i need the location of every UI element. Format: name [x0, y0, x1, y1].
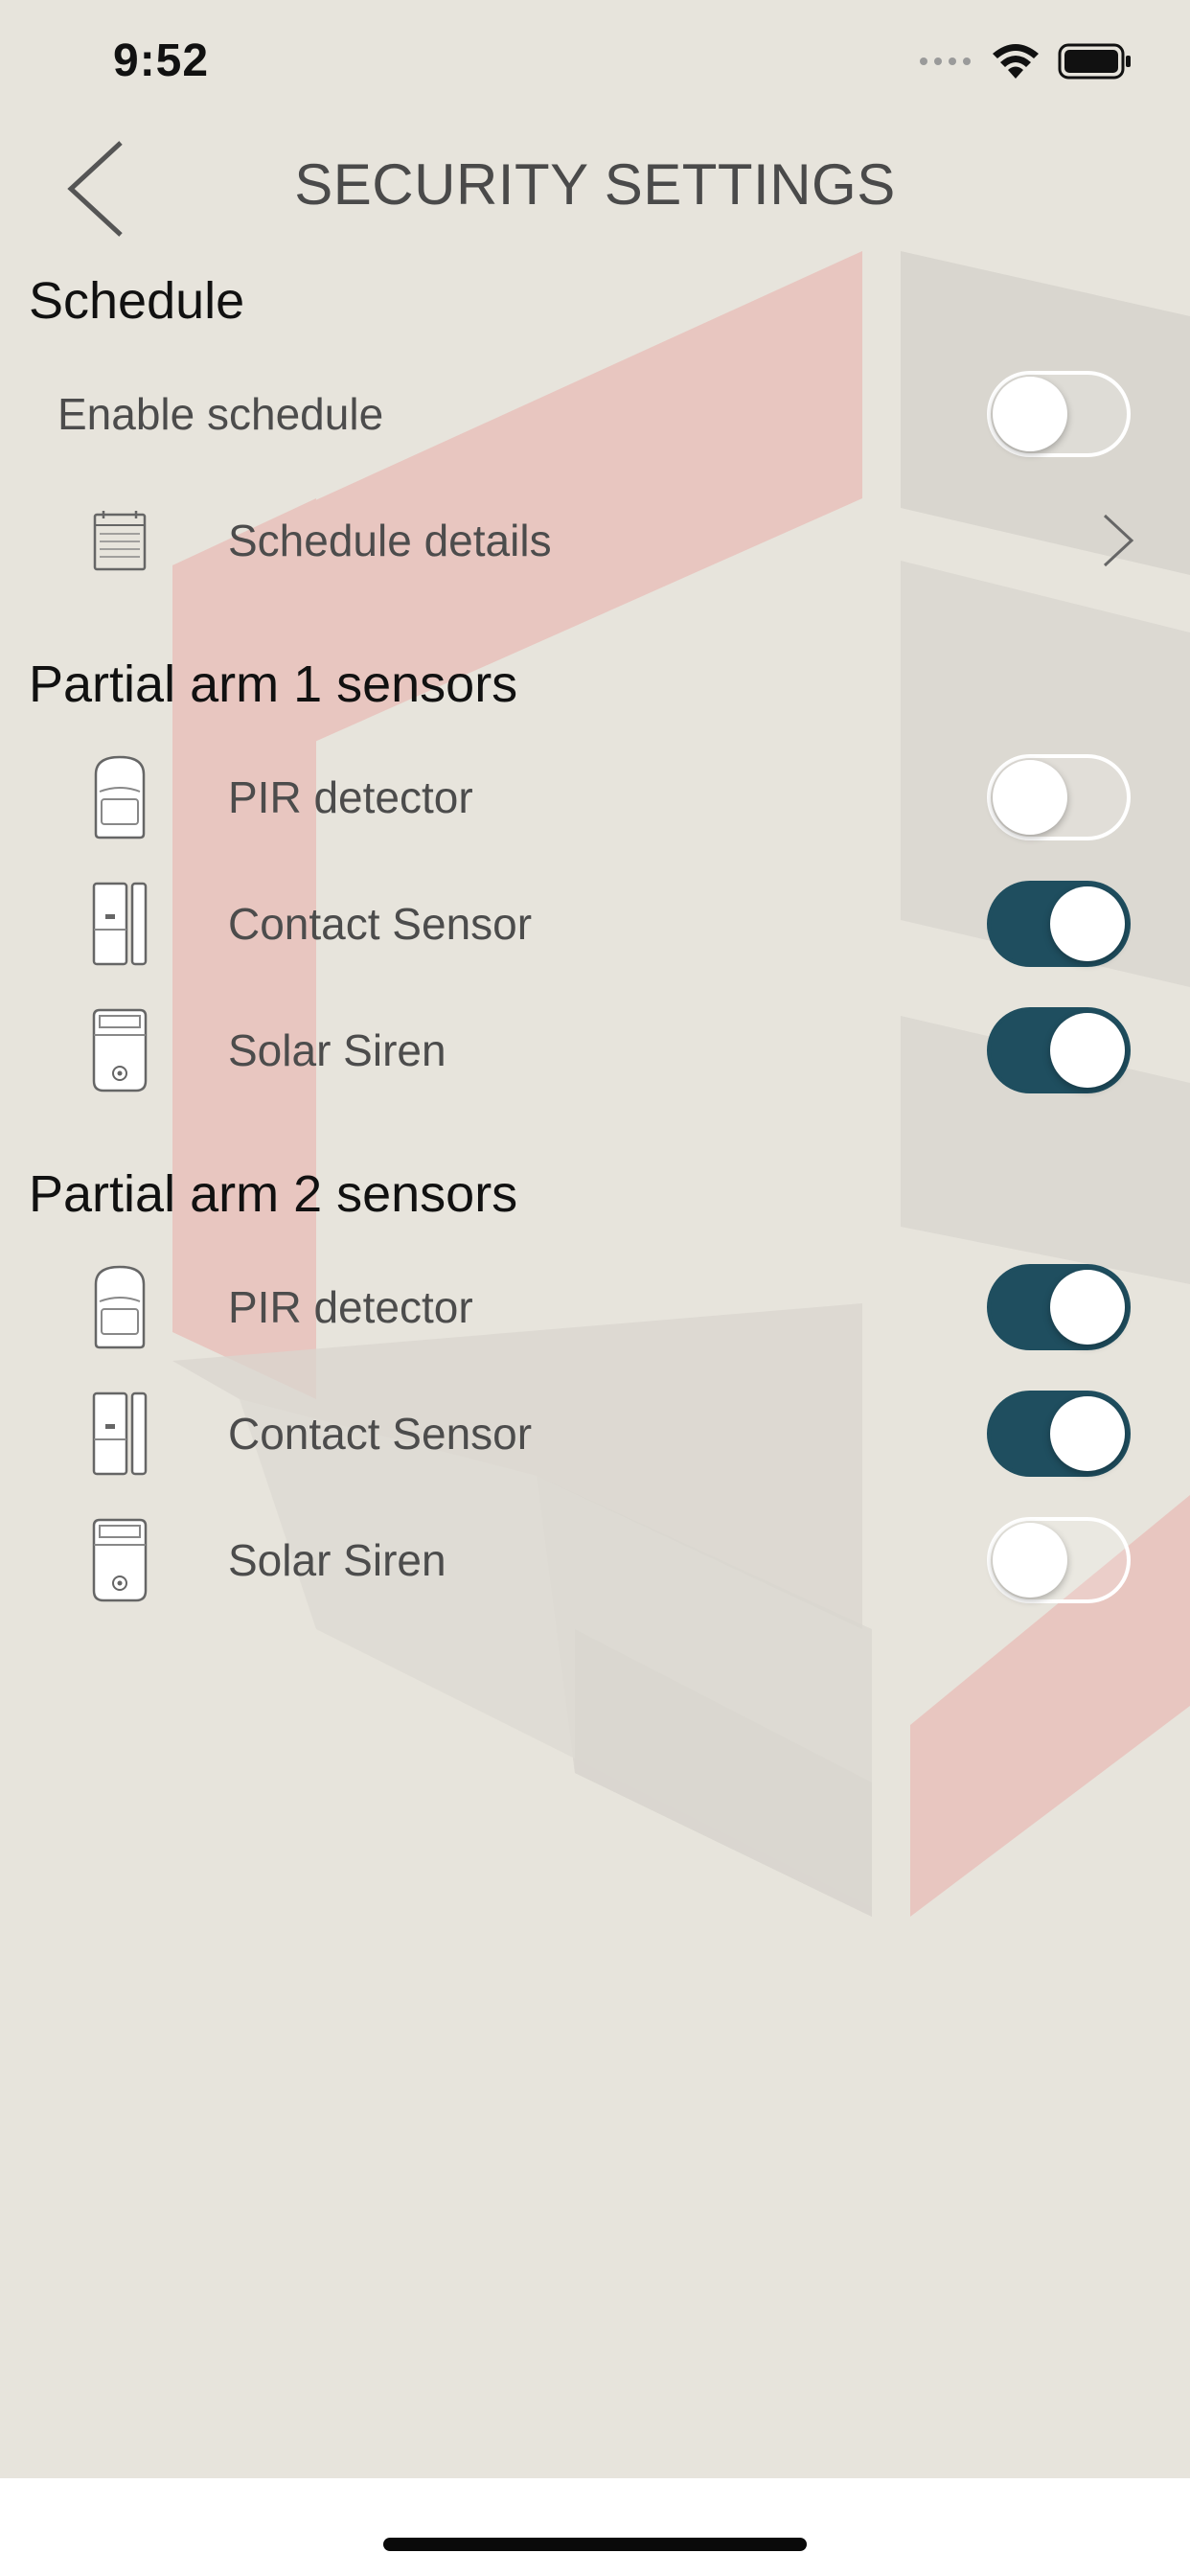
partial2-pir-label: PIR detector: [228, 1282, 473, 1332]
enable-schedule-label: Enable schedule: [57, 389, 384, 439]
toggle-knob: [1050, 1396, 1125, 1471]
partial2-contact-label: Contact Sensor: [228, 1409, 533, 1459]
partial1-contact-toggle[interactable]: [987, 881, 1131, 967]
solar-siren-icon: [88, 1004, 151, 1096]
signal-dots-icon: [920, 58, 971, 65]
partial1-pir-toggle[interactable]: [987, 754, 1131, 840]
status-bar: 9:52: [0, 0, 1190, 126]
partial2-siren-toggle[interactable]: [987, 1517, 1131, 1603]
toggle-knob: [993, 377, 1067, 451]
partial1-siren-label: Solar Siren: [228, 1025, 446, 1075]
battery-icon: [1058, 43, 1131, 80]
partial1-siren-row: Solar Siren: [0, 987, 1190, 1114]
partial2-contact-toggle[interactable]: [987, 1391, 1131, 1477]
partial1-contact-label: Contact Sensor: [228, 899, 533, 949]
toggle-knob: [1050, 886, 1125, 961]
pir-detector-icon: [88, 751, 151, 843]
section-title-partial-arm-2: Partial arm 2 sensors: [29, 1165, 518, 1223]
schedule-details-row[interactable]: Schedule details: [0, 477, 1190, 604]
settings-content: Schedule Enable schedule Schedule detail…: [0, 251, 1190, 1623]
home-indicator-area: [0, 2478, 1190, 2576]
toggle-knob: [1050, 1270, 1125, 1345]
section-title-partial-arm-1: Partial arm 1 sensors: [29, 656, 518, 713]
partial1-pir-row: PIR detector: [0, 734, 1190, 861]
toggle-knob: [993, 1523, 1067, 1598]
calendar-icon: [88, 494, 151, 586]
home-indicator[interactable]: [383, 2538, 807, 2551]
schedule-details-label: Schedule details: [228, 516, 552, 565]
partial2-siren-row: Solar Siren: [0, 1497, 1190, 1623]
partial1-contact-row: Contact Sensor: [0, 861, 1190, 987]
partial2-pir-row: PIR detector: [0, 1244, 1190, 1370]
solar-siren-icon: [88, 1514, 151, 1606]
enable-schedule-row: Enable schedule: [0, 351, 1190, 477]
contact-sensor-icon: [88, 1388, 151, 1480]
partial2-siren-label: Solar Siren: [228, 1535, 446, 1585]
wifi-icon: [993, 44, 1039, 79]
toggle-knob: [993, 760, 1067, 835]
chevron-right-icon: [1094, 507, 1142, 574]
page-title: SECURITY SETTINGS: [294, 152, 896, 217]
section-title-schedule: Schedule: [29, 272, 245, 330]
toggle-knob: [1050, 1013, 1125, 1088]
status-icons: [918, 42, 1133, 80]
partial1-siren-toggle[interactable]: [987, 1007, 1131, 1093]
partial2-pir-toggle[interactable]: [987, 1264, 1131, 1350]
status-time: 9:52: [113, 35, 210, 86]
partial1-pir-label: PIR detector: [228, 772, 473, 822]
pir-detector-icon: [88, 1261, 151, 1353]
contact-sensor-icon: [88, 878, 151, 970]
nav-header: SECURITY SETTINGS: [0, 126, 1190, 251]
enable-schedule-toggle[interactable]: [987, 371, 1131, 457]
partial2-contact-row: Contact Sensor: [0, 1370, 1190, 1497]
